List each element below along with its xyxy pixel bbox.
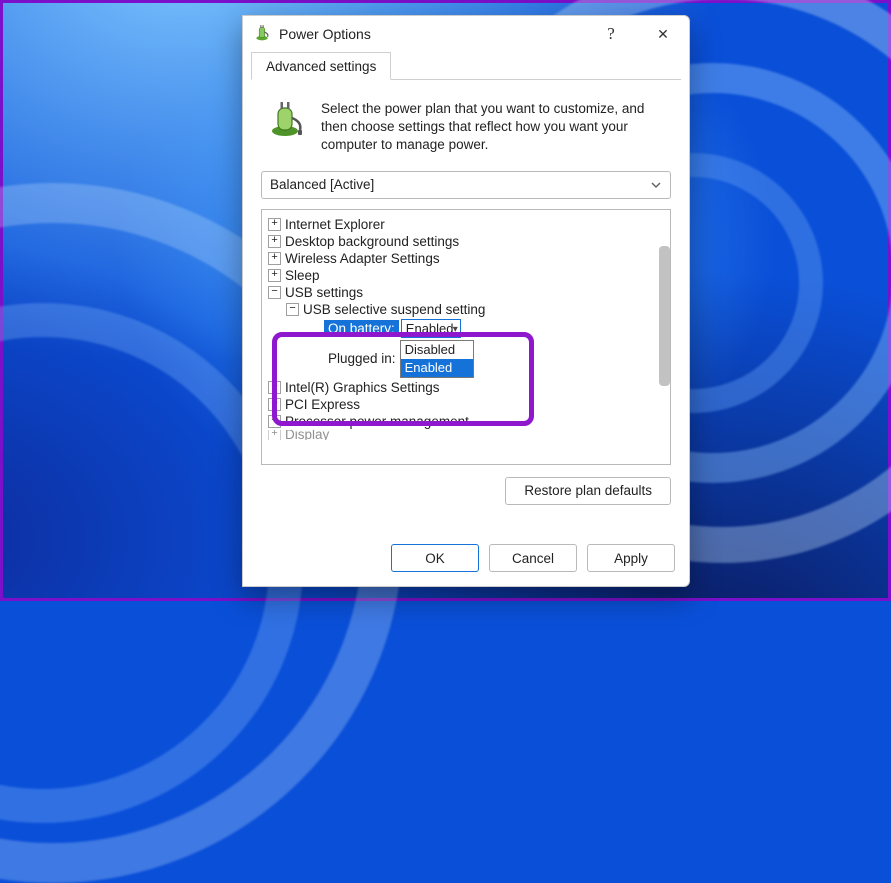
dropdown-option-enabled[interactable]: Enabled bbox=[401, 359, 473, 377]
expand-icon[interactable]: + bbox=[268, 430, 281, 440]
power-options-dialog: Power Options ? ✕ Advanced settings bbox=[242, 15, 690, 587]
tree-label: USB selective suspend setting bbox=[303, 302, 485, 317]
plugged-in-label: Plugged in: bbox=[327, 350, 397, 367]
tree-item-usb-settings[interactable]: − USB settings bbox=[268, 284, 668, 301]
window-title: Power Options bbox=[279, 26, 581, 42]
on-battery-combo[interactable]: Enabled ▾ bbox=[401, 319, 461, 338]
chevron-down-icon: ▾ bbox=[453, 321, 458, 338]
on-battery-value: Enabled bbox=[406, 321, 454, 336]
tree-item-usb-selective-suspend[interactable]: − USB selective suspend setting bbox=[286, 301, 668, 318]
chevron-down-icon bbox=[650, 176, 662, 197]
settings-tree: + Internet Explorer + Desktop background… bbox=[261, 209, 671, 465]
power-plan-select[interactable]: Balanced [Active] bbox=[261, 171, 671, 199]
tree-label: Wireless Adapter Settings bbox=[285, 251, 440, 266]
tree-item-wireless-adapter[interactable]: + Wireless Adapter Settings bbox=[268, 250, 668, 267]
setting-plugged-in: Plugged in: Disabled Enabled bbox=[324, 339, 668, 379]
tab-advanced-settings[interactable]: Advanced settings bbox=[251, 52, 391, 80]
restore-plan-defaults-button[interactable]: Restore plan defaults bbox=[505, 477, 671, 505]
tree-item-internet-explorer[interactable]: + Internet Explorer bbox=[268, 216, 668, 233]
ok-button[interactable]: OK bbox=[391, 544, 479, 572]
intro-row: Select the power plan that you want to c… bbox=[265, 100, 667, 155]
power-plan-icon bbox=[265, 100, 305, 155]
setting-on-battery: On battery: Enabled ▾ bbox=[324, 318, 668, 339]
expand-icon[interactable]: + bbox=[268, 218, 281, 231]
tree-label: Desktop background settings bbox=[285, 234, 459, 249]
tree-item-intel-graphics[interactable]: + Intel(R) Graphics Settings bbox=[268, 379, 668, 396]
expand-icon[interactable]: + bbox=[268, 415, 281, 428]
dialog-footer: OK Cancel Apply bbox=[243, 536, 689, 586]
tree-label: USB settings bbox=[285, 285, 363, 300]
tree-label: Display bbox=[285, 430, 329, 440]
cancel-button[interactable]: Cancel bbox=[489, 544, 577, 572]
app-icon bbox=[253, 24, 271, 45]
tree-item-sleep[interactable]: + Sleep bbox=[268, 267, 668, 284]
tree-item-processor-power[interactable]: + Processor power management bbox=[268, 413, 668, 430]
scrollbar-thumb[interactable] bbox=[659, 246, 670, 386]
collapse-icon[interactable]: − bbox=[268, 286, 281, 299]
tree-label: Internet Explorer bbox=[285, 217, 385, 232]
expand-icon[interactable]: + bbox=[268, 252, 281, 265]
tree-label: PCI Express bbox=[285, 397, 360, 412]
tree-label: Sleep bbox=[285, 268, 320, 283]
apply-button[interactable]: Apply bbox=[587, 544, 675, 572]
tab-strip: Advanced settings bbox=[251, 52, 681, 80]
on-battery-label: On battery: bbox=[324, 320, 399, 337]
collapse-icon[interactable]: − bbox=[286, 303, 299, 316]
expand-icon[interactable]: + bbox=[268, 235, 281, 248]
expand-icon[interactable]: + bbox=[268, 381, 281, 394]
expand-icon[interactable]: + bbox=[268, 269, 281, 282]
tree-label: Processor power management bbox=[285, 414, 469, 429]
tree-scrollbar[interactable] bbox=[659, 246, 670, 460]
expand-icon[interactable]: + bbox=[268, 398, 281, 411]
help-button[interactable]: ? bbox=[589, 19, 633, 49]
dropdown-option-disabled[interactable]: Disabled bbox=[401, 341, 473, 359]
close-button[interactable]: ✕ bbox=[641, 19, 685, 49]
titlebar: Power Options ? ✕ bbox=[243, 16, 689, 52]
tree-item-desktop-background[interactable]: + Desktop background settings bbox=[268, 233, 668, 250]
tree-item-pci-express[interactable]: + PCI Express bbox=[268, 396, 668, 413]
intro-text: Select the power plan that you want to c… bbox=[321, 100, 667, 155]
tree-item-display[interactable]: + Display bbox=[268, 430, 668, 440]
plugged-in-dropdown[interactable]: Disabled Enabled bbox=[400, 340, 474, 378]
power-plan-selected: Balanced [Active] bbox=[270, 177, 374, 192]
tree-label: Intel(R) Graphics Settings bbox=[285, 380, 440, 395]
